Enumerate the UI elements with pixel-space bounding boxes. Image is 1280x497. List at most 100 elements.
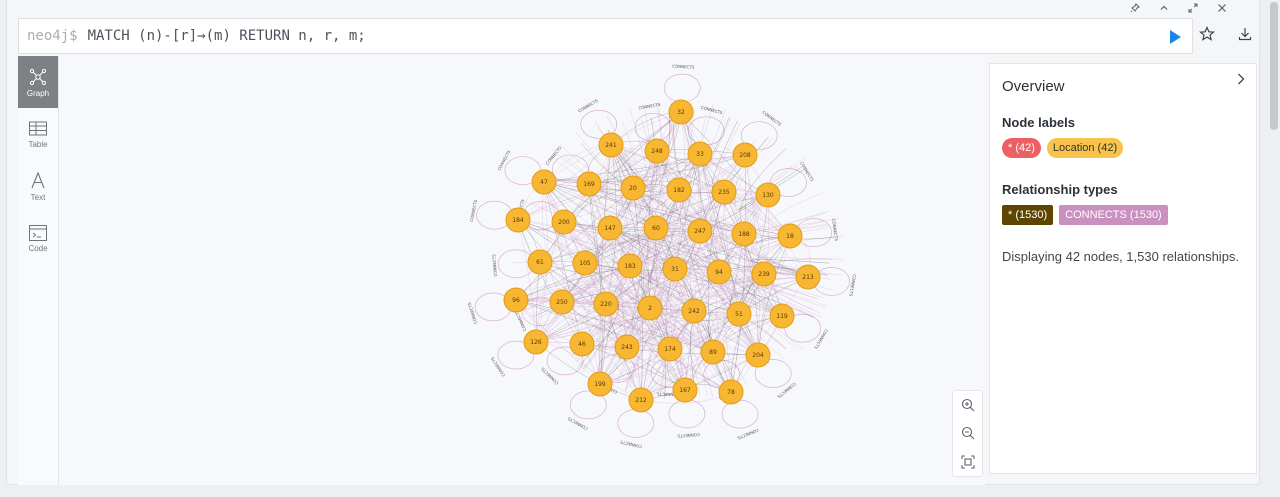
node-labels-heading: Node labels — [1002, 115, 1075, 130]
graph-node[interactable]: 174 — [657, 336, 683, 362]
node-label: 167 — [679, 387, 691, 394]
graph-node[interactable]: 199 — [587, 371, 613, 397]
node-label-all[interactable]: * (42) — [1002, 138, 1041, 158]
node-label: 60 — [652, 225, 660, 232]
graph-node[interactable]: 18 — [777, 223, 803, 249]
rel-type-all[interactable]: * (1530) — [1002, 205, 1054, 225]
play-icon[interactable] — [1166, 28, 1184, 46]
star-icon[interactable] — [1199, 26, 1215, 42]
graph-node[interactable]: 51 — [726, 301, 752, 327]
graph-node[interactable]: 241 — [598, 132, 624, 158]
node-label: 61 — [536, 259, 544, 266]
view-code-label: Code — [28, 243, 48, 253]
edge-label: CONNECTS — [566, 416, 588, 431]
node-label-location[interactable]: Location (42) — [1046, 138, 1124, 158]
node-labels-list: * (42) Location (42) — [1002, 138, 1244, 158]
graph-node[interactable]: 96 — [503, 287, 529, 313]
graph-node[interactable]: 126 — [523, 329, 549, 355]
edge-label: CONNECTS — [672, 64, 695, 70]
zoom-controls — [952, 390, 983, 477]
graph-node[interactable]: 247 — [687, 218, 713, 244]
node-label: 51 — [735, 311, 743, 318]
overview-panel: Overview Node labels * (42) Location (42… — [989, 63, 1257, 474]
self-loop-edge — [663, 73, 701, 103]
graph-node[interactable]: 89 — [700, 339, 726, 365]
chevron-right-icon[interactable] — [1234, 72, 1248, 86]
graph-node[interactable]: 94 — [706, 259, 732, 285]
graph-node[interactable]: 169 — [576, 171, 602, 197]
graph-node[interactable]: 204 — [745, 342, 771, 368]
edge-label: CONNECTS — [799, 161, 815, 183]
graph-node[interactable]: 46 — [569, 331, 595, 357]
node-label: 20 — [629, 185, 637, 192]
query-editor[interactable]: neo4j$ MATCH (n)-[r]→(m) RETURN n, r, m; — [18, 18, 1193, 54]
self-loop-edge — [687, 116, 725, 146]
graph-node[interactable]: 212 — [628, 387, 654, 413]
node-label: 235 — [718, 189, 730, 196]
graph-visualization[interactable]: CONNECTS CONNECTS CONNECTS CONNECTS CONNECTS… — [59, 56, 985, 485]
graph-node[interactable]: 167 — [672, 377, 698, 403]
view-graph-button[interactable]: Graph — [18, 56, 58, 108]
node-label: 204 — [752, 352, 764, 359]
node-label: 47 — [540, 179, 548, 186]
graph-node[interactable]: 33 — [687, 141, 713, 167]
graph-node[interactable]: 184 — [505, 207, 531, 233]
scrollbar-thumb[interactable] — [1270, 2, 1278, 130]
node-label: 94 — [715, 269, 723, 276]
graph-canvas[interactable]: CONNECTS CONNECTS CONNECTS CONNECTS CONNECTS… — [59, 56, 985, 485]
graph-node[interactable]: 20 — [620, 175, 646, 201]
download-icon[interactable] — [1237, 26, 1253, 42]
editor-query[interactable]: MATCH (n)-[r]→(m) RETURN n, r, m; — [88, 28, 366, 44]
graph-node[interactable]: 183 — [617, 253, 643, 279]
graph-node[interactable]: 235 — [711, 179, 737, 205]
graph-node[interactable]: 250 — [549, 289, 575, 315]
graph-node[interactable]: 31 — [662, 256, 688, 282]
view-table-button[interactable]: Table — [18, 108, 58, 160]
edge-label: CONNECTS — [831, 218, 839, 241]
edge-label: CONNECTS — [848, 274, 857, 297]
rel-type-connects[interactable]: CONNECTS (1530) — [1059, 205, 1168, 225]
chevron-up-icon[interactable] — [1154, 0, 1173, 16]
zoom-out-icon[interactable] — [960, 425, 976, 441]
graph-node[interactable]: 188 — [731, 221, 757, 247]
edge-label: CONNECTS — [736, 428, 759, 441]
node-label: 182 — [673, 187, 685, 194]
expand-icon[interactable] — [1183, 0, 1202, 16]
result-frame: neo4j$ MATCH (n)-[r]→(m) RETURN n, r, m;… — [6, 0, 1260, 485]
node-label: 33 — [696, 151, 704, 158]
graph-node[interactable]: 130 — [755, 182, 781, 208]
graph-node[interactable]: 208 — [732, 142, 758, 168]
edge-label: CONNECTS — [761, 110, 782, 127]
graph-node[interactable]: 47 — [531, 169, 557, 195]
graph-node[interactable]: 119 — [769, 303, 795, 329]
view-code-button[interactable]: Code — [18, 212, 58, 264]
fit-icon[interactable] — [960, 454, 976, 470]
graph-node[interactable]: 242 — [681, 298, 707, 324]
graph-node[interactable]: 243 — [614, 334, 640, 360]
page-scrollbar[interactable] — [1268, 0, 1280, 497]
node-label: 78 — [727, 389, 735, 396]
graph-node[interactable]: 182 — [666, 177, 692, 203]
close-icon[interactable] — [1212, 0, 1231, 16]
node-label: 239 — [758, 271, 770, 278]
graph-node[interactable]: 32 — [668, 99, 694, 125]
pin-icon[interactable] — [1125, 0, 1144, 16]
node-label: 242 — [688, 308, 700, 315]
view-graph-label: Graph — [26, 88, 50, 98]
graph-node[interactable]: 239 — [751, 261, 777, 287]
view-text-button[interactable]: Text — [18, 160, 58, 212]
graph-node[interactable]: 60 — [643, 215, 669, 241]
graph-node[interactable]: 213 — [795, 264, 821, 290]
graph-node[interactable]: 78 — [718, 379, 744, 405]
graph-node[interactable]: 248 — [644, 138, 670, 164]
node-label: 248 — [651, 148, 663, 155]
graph-node[interactable]: 220 — [593, 291, 619, 317]
graph-node[interactable]: 61 — [527, 249, 553, 275]
graph-node[interactable]: 105 — [572, 250, 598, 276]
graph-node[interactable]: 2 — [637, 295, 663, 321]
graph-node[interactable]: 200 — [551, 209, 577, 235]
zoom-in-icon[interactable] — [960, 397, 976, 413]
graph-node[interactable]: 147 — [597, 215, 623, 241]
window-controls — [1125, 0, 1231, 16]
node-label: 130 — [762, 192, 774, 199]
